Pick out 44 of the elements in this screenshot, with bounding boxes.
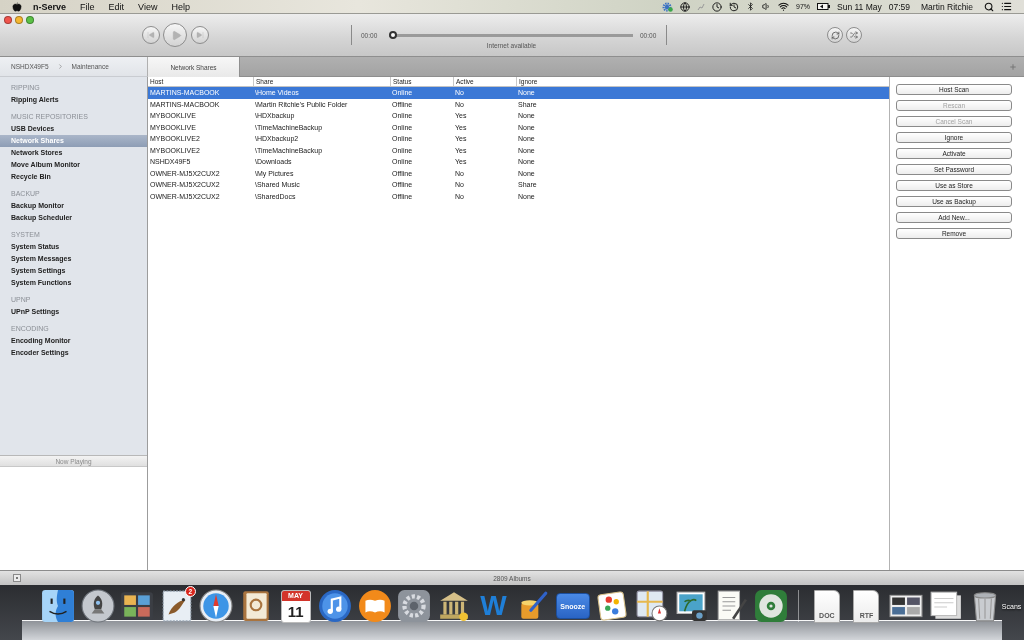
open-book-icon[interactable]: [357, 589, 392, 623]
compass-icon[interactable]: [199, 589, 234, 623]
play-icon: [170, 29, 182, 41]
rocket-icon[interactable]: [80, 589, 115, 623]
menu-item[interactable]: Help: [171, 0, 190, 13]
app-menu[interactable]: n-Serve: [33, 0, 67, 13]
menu-item[interactable]: View: [138, 0, 158, 13]
menu-bar-time[interactable]: 07:59: [888, 0, 911, 13]
volume-icon[interactable]: [762, 2, 771, 11]
skip-back-icon: [147, 31, 155, 39]
gear-icon[interactable]: [397, 589, 432, 623]
search-icon[interactable]: [984, 1, 994, 12]
repeat-icon: [830, 30, 840, 40]
apple-icon[interactable]: [12, 1, 22, 12]
previous-button[interactable]: [142, 26, 160, 44]
bluetooth-icon[interactable]: [746, 2, 755, 11]
play-button[interactable]: [163, 23, 187, 47]
skip-forward-icon: [196, 31, 204, 39]
minimize-window-icon[interactable]: [15, 16, 23, 24]
wifi-icon[interactable]: [778, 1, 789, 12]
list-icon[interactable]: [1001, 1, 1012, 12]
music-note-icon[interactable]: [318, 589, 353, 623]
user-name[interactable]: Martin Ritchie: [921, 0, 973, 13]
square-icon[interactable]: [13, 574, 21, 582]
gear-badge-icon[interactable]: [662, 1, 673, 12]
playback-slider-track[interactable]: [389, 31, 633, 39]
smiling-face-icon[interactable]: [41, 589, 75, 623]
repeat-button[interactable]: [827, 27, 843, 43]
map-compass-icon[interactable]: [634, 589, 669, 623]
close-window-icon[interactable]: [4, 16, 12, 24]
shuffle-button[interactable]: [846, 27, 862, 43]
clock-icon[interactable]: [712, 1, 722, 12]
next-button[interactable]: [191, 26, 209, 44]
battery-icon[interactable]: [817, 3, 830, 10]
playback-slider-thumb[interactable]: [389, 31, 397, 39]
photo-camera-icon[interactable]: [674, 589, 709, 623]
zoom-window-icon[interactable]: [26, 16, 34, 24]
menu-item[interactable]: Edit: [108, 0, 125, 13]
history-icon[interactable]: [729, 1, 739, 12]
menu-bar-date[interactable]: Sun 11 May: [837, 0, 882, 13]
shuffle-icon: [850, 31, 858, 39]
chevron-right-icon: [56, 63, 64, 70]
globe-icon[interactable]: [680, 1, 690, 12]
menu-item[interactable]: File: [80, 0, 95, 13]
